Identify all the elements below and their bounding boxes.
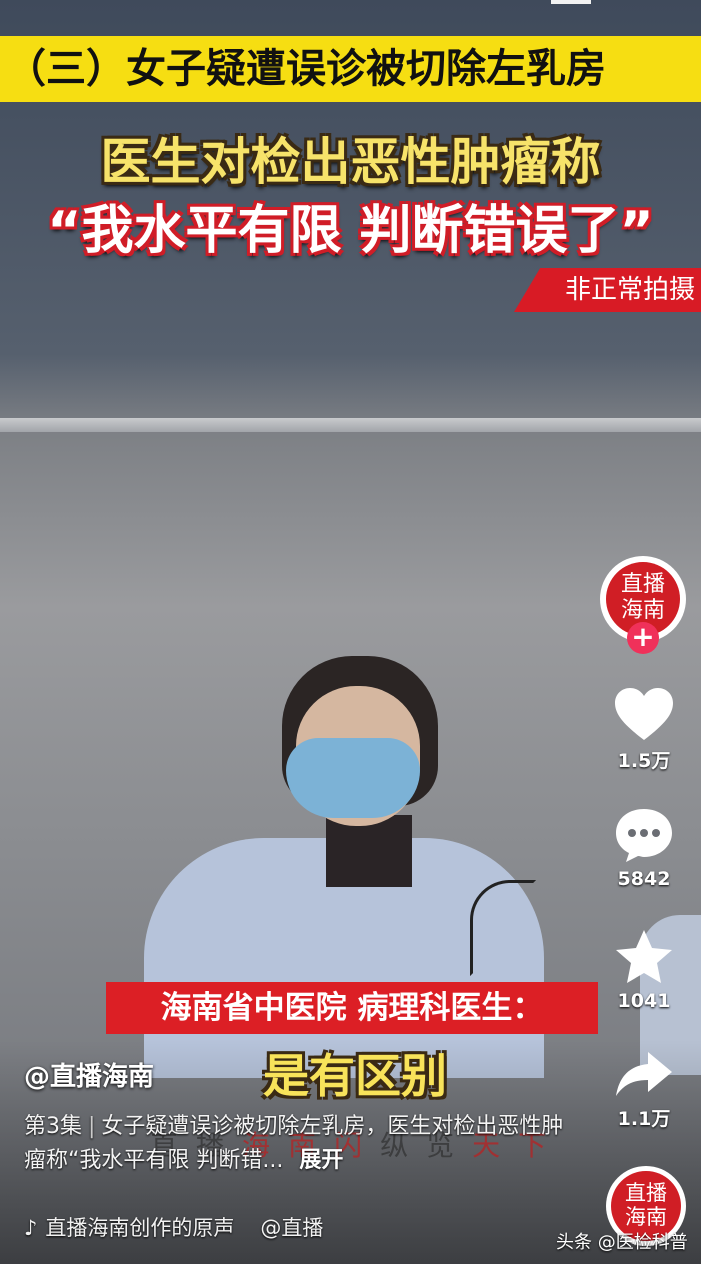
speech-subtitle: 是有区别 bbox=[263, 1049, 447, 1103]
cable bbox=[470, 880, 536, 976]
music-title: 直播海南创作的原声 bbox=[45, 1216, 235, 1240]
ceiling-edge bbox=[0, 418, 701, 432]
music-note-icon: ♪ bbox=[24, 1216, 38, 1240]
favorite-button[interactable]: 1041 bbox=[596, 928, 692, 1012]
headline-line-2: “我水平有限 判断错误了” bbox=[47, 201, 654, 261]
music-mention: @直播 bbox=[260, 1216, 324, 1240]
episode-title-banner: （三）女子疑遭误诊被切除左乳房 bbox=[0, 36, 701, 102]
episode-label: 第3集 bbox=[24, 1114, 82, 1139]
comment-count: 5842 bbox=[617, 868, 671, 890]
comment-button[interactable]: 5842 bbox=[596, 806, 692, 890]
star-icon bbox=[616, 930, 672, 983]
source-watermark: 头条 @医检科普 bbox=[556, 1232, 688, 1253]
music-bar[interactable]: ♪ 直播海南创作的原声 @直播 bbox=[24, 1212, 323, 1242]
share-count: 1.1万 bbox=[617, 1108, 671, 1130]
share-button[interactable]: 1.1万 bbox=[596, 1050, 692, 1131]
video-description[interactable]: 第3集 | 女子疑遭误诊被切除左乳房，医生对检出恶性肿瘤称“我水平有限 判断错...… bbox=[24, 1110, 564, 1178]
like-button[interactable]: 1.5万 bbox=[596, 686, 692, 773]
comment-icon bbox=[616, 809, 672, 862]
author-handle[interactable]: @直播海南 bbox=[24, 1056, 154, 1093]
expand-link[interactable]: 展开 bbox=[299, 1148, 343, 1173]
status-bar-indicator bbox=[551, 0, 591, 4]
heart-icon bbox=[615, 688, 673, 740]
like-count: 1.5万 bbox=[617, 750, 671, 772]
favorite-count: 1041 bbox=[617, 990, 671, 1012]
divider: | bbox=[88, 1114, 96, 1139]
abnormal-shooting-tag: 非正常拍摄 bbox=[514, 268, 701, 312]
follow-button[interactable]: + bbox=[627, 622, 659, 654]
description-text: 女子疑遭误诊被切除左乳房，医生对检出恶性肿瘤称“我水平有限 判断错... bbox=[24, 1114, 564, 1173]
speaker-caption: 海南省中医院 病理科医生： bbox=[106, 982, 598, 1034]
share-arrow-icon bbox=[616, 1052, 672, 1096]
dark-collar bbox=[326, 815, 412, 887]
face-mask bbox=[286, 738, 420, 818]
headline-line-1: 医生对检出恶性肿瘤称 bbox=[100, 133, 601, 191]
